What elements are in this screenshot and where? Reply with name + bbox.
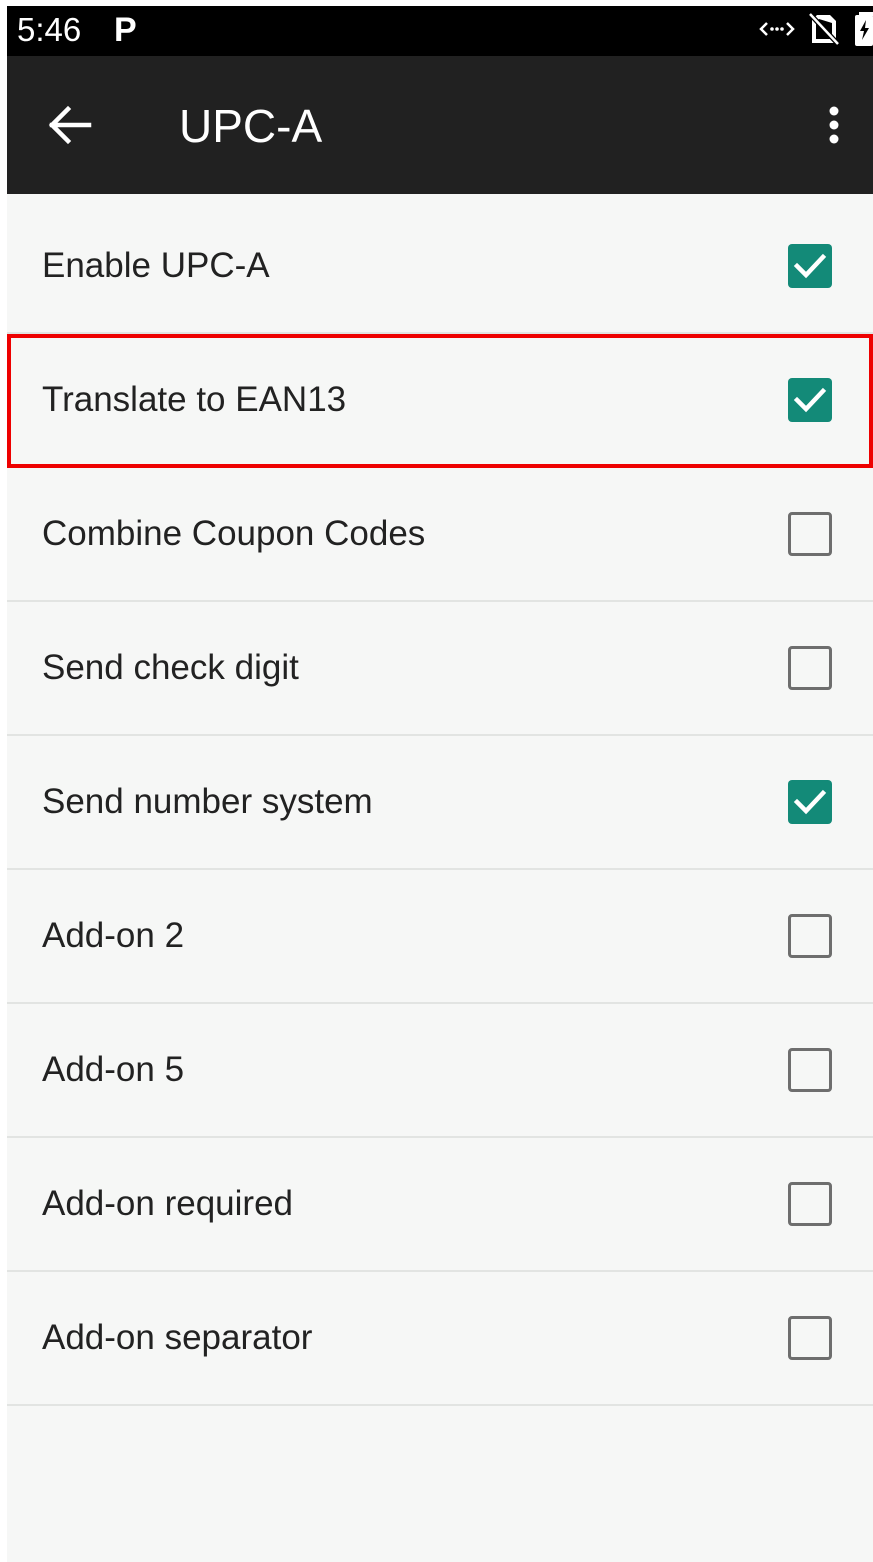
page-title: UPC-A	[179, 100, 323, 152]
setting-label: Translate to EAN13	[42, 380, 347, 419]
checkbox-unchecked[interactable]	[788, 914, 832, 958]
setting-row[interactable]: Add-on 2	[7, 870, 873, 1004]
checkbox-unchecked[interactable]	[788, 1182, 832, 1226]
checkbox-unchecked[interactable]	[788, 646, 832, 690]
no-sim-icon	[808, 11, 840, 51]
setting-row[interactable]: Send number system	[7, 736, 873, 870]
back-button[interactable]	[37, 92, 103, 158]
app-bar: UPC-A	[7, 56, 873, 194]
setting-row[interactable]: Add-on 5	[7, 1004, 873, 1138]
setting-row[interactable]: Combine Coupon Codes	[7, 468, 873, 602]
status-time: 5:46	[17, 11, 82, 48]
settings-list: Enable UPC-A Translate to EAN13 Combine Co…	[7, 200, 873, 1406]
check-icon	[793, 253, 827, 279]
checkbox-checked[interactable]	[788, 378, 832, 422]
status-bar: 5:46 P	[7, 6, 873, 56]
check-icon	[793, 387, 827, 413]
check-icon	[793, 789, 827, 815]
checkbox-unchecked[interactable]	[788, 512, 832, 556]
notification-p-icon: P	[114, 11, 137, 49]
battery-charging-icon	[853, 11, 873, 51]
setting-label: Enable UPC-A	[42, 246, 270, 285]
checkbox-checked[interactable]	[788, 780, 832, 824]
checkbox-unchecked[interactable]	[788, 1048, 832, 1092]
setting-label: Add-on required	[42, 1184, 293, 1223]
checkbox-unchecked[interactable]	[788, 1316, 832, 1360]
setting-label: Send number system	[42, 782, 373, 821]
screen: 5:46 P UPC-A Enable UPC-A Translate to E…	[7, 6, 873, 1562]
setting-row[interactable]: Enable UPC-A	[7, 200, 873, 334]
checkbox-checked[interactable]	[788, 244, 832, 288]
more-vert-icon	[829, 106, 839, 144]
setting-label: Add-on 2	[42, 916, 185, 955]
setting-row[interactable]: Send check digit	[7, 602, 873, 736]
setting-label: Add-on separator	[42, 1318, 313, 1357]
setting-label: Combine Coupon Codes	[42, 514, 426, 553]
setting-label: Add-on 5	[42, 1050, 185, 1089]
setting-label: Send check digit	[42, 648, 299, 687]
setting-row[interactable]: Add-on required	[7, 1138, 873, 1272]
setting-row[interactable]: Add-on separator	[7, 1272, 873, 1406]
data-transfer-icon	[759, 14, 795, 49]
setting-row[interactable]: Translate to EAN13	[7, 334, 873, 468]
arrow-back-icon	[48, 105, 92, 145]
status-icons	[759, 11, 873, 51]
overflow-menu-button[interactable]	[809, 92, 859, 158]
